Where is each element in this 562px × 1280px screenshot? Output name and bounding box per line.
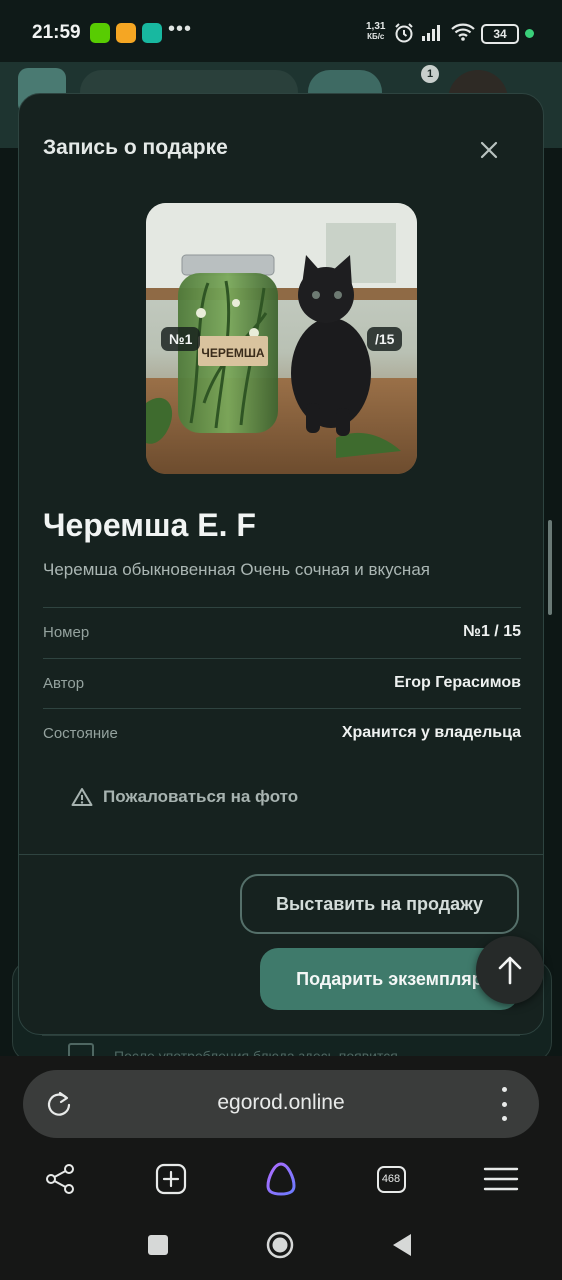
- new-tab-button[interactable]: [148, 1156, 194, 1202]
- wifi-icon: [451, 23, 475, 41]
- browser-menu-button[interactable]: [494, 1087, 514, 1121]
- report-photo-button[interactable]: Пожаловаться на фото: [71, 787, 298, 807]
- tabs-button[interactable]: 468: [368, 1156, 414, 1202]
- sell-button[interactable]: Выставить на продажу: [240, 874, 519, 934]
- net-speed: 1,31 КБ/с: [366, 21, 386, 42]
- duolingo-app-icon: [90, 23, 110, 43]
- notes-app-icon: [116, 23, 136, 43]
- detail-row-number: Номер №1 / 15: [43, 607, 521, 658]
- copy-number-chip: №1: [161, 327, 201, 351]
- menu-icon: [483, 1167, 519, 1191]
- stack-app-icon: [142, 23, 162, 43]
- jar-label-text: ЧЕРЕМША: [201, 346, 264, 360]
- alarm-icon: [395, 23, 413, 43]
- close-button[interactable]: [469, 130, 509, 170]
- detail-value: №1 / 15: [463, 623, 521, 640]
- menu-dot: [501, 1116, 507, 1121]
- more-notifications-icon: •••: [168, 18, 193, 40]
- tabs-icon: 468: [376, 1165, 406, 1193]
- alice-button[interactable]: [258, 1156, 304, 1202]
- battery-icon: 34: [481, 24, 519, 44]
- back-button[interactable]: [379, 1222, 425, 1268]
- detail-row-author: Автор Егор Герасимов: [43, 658, 521, 709]
- copy-total-chip: /15: [367, 327, 403, 351]
- detail-row-state: Состояние Хранится у владельца: [43, 708, 521, 759]
- menu-dot: [501, 1087, 507, 1092]
- menu-dot: [501, 1101, 507, 1107]
- home-icon: [266, 1231, 294, 1259]
- detail-value: Егор Герасимов: [394, 674, 521, 691]
- detail-label: Автор: [43, 675, 85, 692]
- notification-badge: 1: [421, 65, 439, 83]
- recents-button[interactable]: [135, 1222, 181, 1268]
- close-icon: [480, 141, 498, 159]
- recents-icon: [148, 1235, 168, 1255]
- share-icon: [46, 1164, 74, 1194]
- share-button[interactable]: [37, 1156, 83, 1202]
- warning-icon: [71, 788, 93, 806]
- detail-label: Номер: [43, 624, 90, 641]
- gift-record-modal: Запись о подарке ЧЕРЕМША №1 /15 Черемша …: [18, 93, 544, 1035]
- new-tab-icon: [155, 1163, 187, 1195]
- url-text[interactable]: egorod.online: [0, 1091, 562, 1115]
- scroll-to-top-button[interactable]: [476, 936, 544, 1004]
- status-time: 21:59: [32, 22, 81, 43]
- alice-icon: [266, 1162, 296, 1196]
- arrow-up-icon: [498, 956, 522, 985]
- detail-value: Хранится у владельца: [341, 724, 521, 741]
- status-bar: 21:59 ••• 1,31 КБ/с 34: [0, 0, 562, 62]
- page-scrollbar[interactable]: [548, 520, 552, 615]
- report-photo-label: Пожаловаться на фото: [103, 787, 299, 806]
- back-icon: [393, 1234, 411, 1256]
- home-button[interactable]: [257, 1222, 303, 1268]
- modal-divider: [19, 854, 543, 855]
- gift-name: Черемша E. F: [43, 507, 256, 543]
- gift-description: Черемша обыкновенная Очень сочная и вкус…: [43, 560, 430, 579]
- privacy-indicator: [525, 29, 534, 38]
- main-menu-button[interactable]: [478, 1156, 524, 1202]
- modal-title: Запись о подарке: [43, 136, 228, 159]
- signal-icon: [422, 25, 440, 41]
- detail-label: Состояние: [43, 725, 118, 742]
